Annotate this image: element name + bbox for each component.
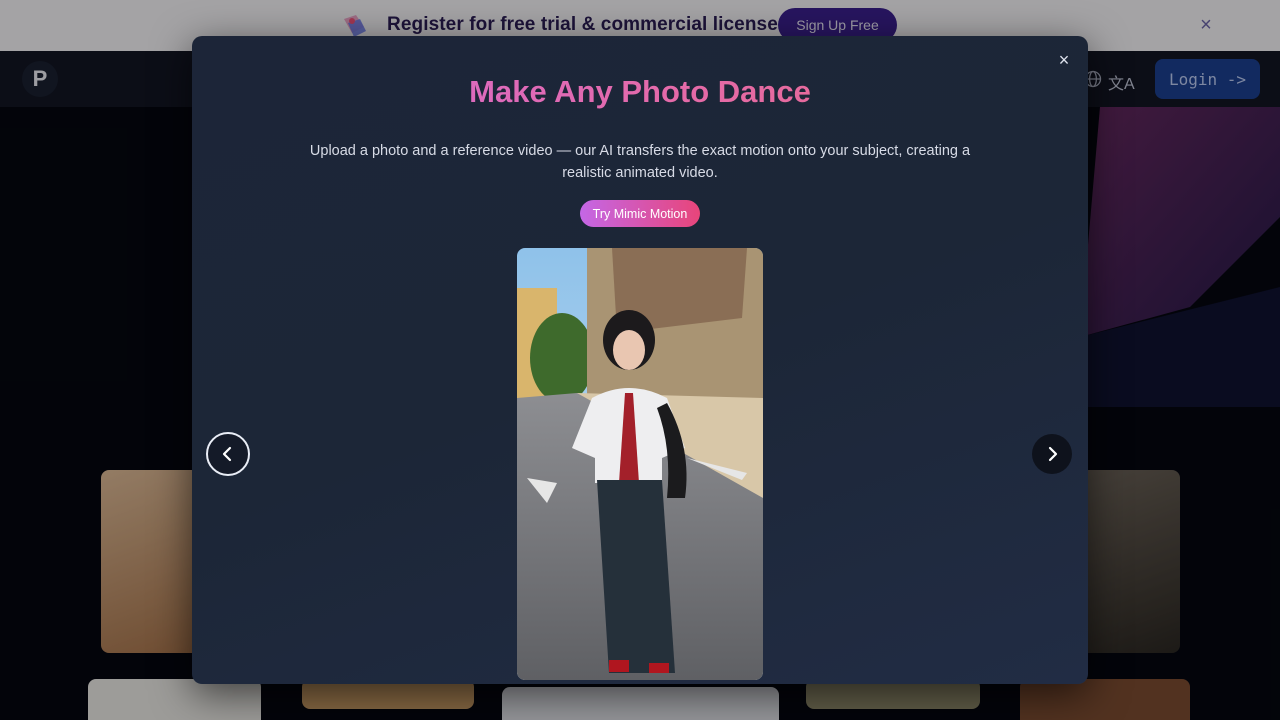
close-icon[interactable]: × — [1054, 50, 1074, 70]
modal-description: Upload a photo and a reference video — o… — [309, 143, 971, 181]
chevron-left-icon — [222, 446, 232, 462]
preview-image — [517, 248, 763, 680]
feature-modal: × Make Any Photo Dance Upload a photo an… — [192, 36, 1088, 684]
previous-button[interactable] — [206, 432, 250, 476]
next-button[interactable] — [1032, 434, 1072, 474]
chevron-right-icon — [1048, 446, 1058, 462]
modal-title: Make Any Photo Dance — [192, 74, 1088, 110]
try-mimic-motion-button[interactable]: Try Mimic Motion — [580, 200, 700, 227]
